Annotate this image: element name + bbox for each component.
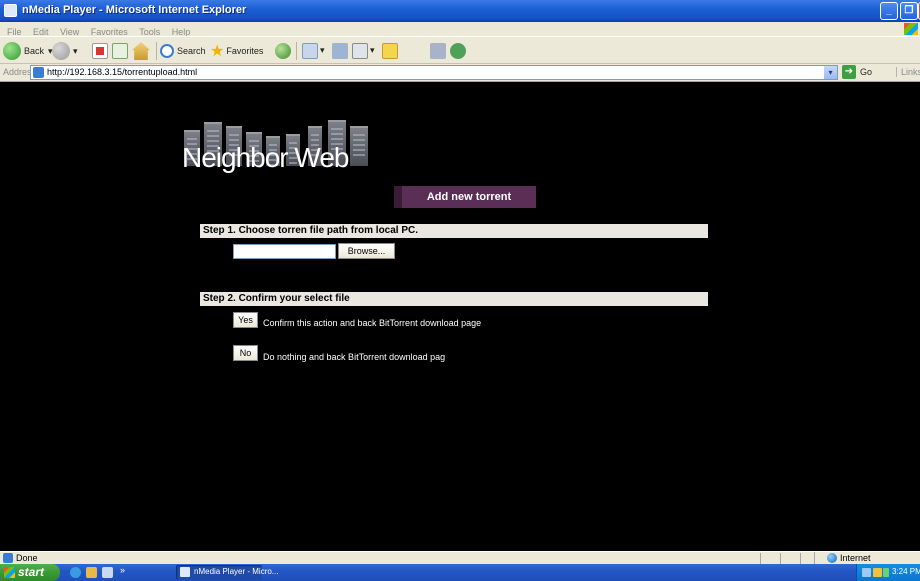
- go-arrow-icon[interactable]: ➔: [842, 65, 856, 79]
- print-icon[interactable]: [352, 43, 368, 59]
- print-dropdown-icon[interactable]: ▾: [370, 45, 375, 56]
- back-label: Back: [24, 46, 45, 56]
- address-input[interactable]: http://192.168.3.15/torrentupload.html ▾: [30, 65, 838, 80]
- brand-title: Neighbor Web: [182, 142, 349, 173]
- page-content: Neighbor Web Add new torrent Step 1. Cho…: [0, 82, 920, 551]
- taskbar-item-nmedia[interactable]: nMedia Player - Micro...: [176, 565, 278, 580]
- history-dropdown-icon[interactable]: ▾: [320, 45, 325, 56]
- quicklaunch-expand-icon[interactable]: »: [120, 565, 125, 575]
- start-label: start: [18, 565, 45, 579]
- address-dropdown-icon[interactable]: ▾: [824, 66, 837, 79]
- no-button[interactable]: No: [233, 345, 258, 361]
- mail-icon[interactable]: [332, 43, 348, 59]
- search-icon: [160, 44, 174, 58]
- neighbor-web-logo: Neighbor Web: [178, 112, 378, 182]
- start-button[interactable]: start: [0, 564, 60, 581]
- no-description: Do nothing and back BitTorrent download …: [263, 352, 446, 362]
- zone-label: Internet: [840, 553, 871, 563]
- forward-button[interactable]: ▾: [52, 41, 78, 61]
- clock: 3:24 PM: [892, 567, 920, 576]
- search-button[interactable]: Search: [160, 41, 206, 61]
- maximize-button[interactable]: ❐: [900, 2, 918, 20]
- ie-task-icon: [180, 567, 190, 577]
- menu-bar: File Edit View Favorites Tools Help: [0, 22, 920, 37]
- minimize-button[interactable]: _: [880, 2, 898, 20]
- yes-description: Confirm this action and back BitTorrent …: [263, 318, 482, 328]
- file-path-input[interactable]: [233, 244, 336, 259]
- edit-icon[interactable]: [382, 43, 398, 59]
- page-done-icon: [3, 553, 13, 563]
- ie-icon: [4, 4, 17, 17]
- back-button[interactable]: Back ▾: [3, 41, 53, 61]
- title-bar: nMedia Player - Microsoft Internet Explo…: [0, 0, 920, 22]
- desktop-quicklaunch-icon[interactable]: [102, 567, 113, 578]
- refresh-icon[interactable]: [112, 43, 128, 59]
- status-bar: Done Internet: [0, 551, 920, 565]
- step2-header: Step 2. Confirm your select file: [200, 292, 708, 306]
- search-label: Search: [177, 46, 206, 56]
- messenger-icon[interactable]: [430, 43, 446, 59]
- window-title: nMedia Player - Microsoft Internet Explo…: [22, 4, 247, 16]
- yes-button[interactable]: Yes: [233, 312, 258, 328]
- windows-logo-icon: [904, 23, 918, 35]
- people-icon[interactable]: [450, 43, 466, 59]
- taskbar: start » nMedia Player - Micro... 3:24 PM: [0, 564, 920, 581]
- task-item-label: nMedia Player - Micro...: [194, 567, 279, 576]
- globe-icon: [827, 553, 837, 563]
- stop-icon[interactable]: [92, 43, 108, 59]
- system-tray: 3:24 PM: [856, 564, 920, 581]
- volume-icon[interactable]: [873, 568, 882, 577]
- toolbar: Back ▾ ▾ Search ★ Favorites ▾ ▾: [0, 36, 920, 64]
- page-icon: [33, 67, 44, 78]
- favorites-label: Favorites: [226, 46, 264, 56]
- history-icon[interactable]: [302, 43, 318, 59]
- tray-status-icon[interactable]: [883, 568, 889, 577]
- email-quicklaunch-icon[interactable]: [86, 567, 97, 578]
- favorites-button[interactable]: ★ Favorites: [210, 41, 263, 61]
- status-text: Done: [16, 553, 38, 563]
- media-icon[interactable]: [275, 43, 291, 59]
- browser-window: nMedia Player - Microsoft Internet Explo…: [0, 0, 920, 581]
- address-url: http://192.168.3.15/torrentupload.html: [47, 67, 198, 77]
- step1-header: Step 1. Choose torren file path from loc…: [200, 224, 708, 238]
- back-arrow-icon: [3, 42, 21, 60]
- ie-quicklaunch-icon[interactable]: [70, 567, 81, 578]
- add-new-torrent-button[interactable]: Add new torrent: [394, 186, 536, 208]
- address-bar: Address http://192.168.3.15/torrentuploa…: [0, 64, 920, 82]
- forward-dropdown-icon: ▾: [73, 45, 78, 56]
- go-button[interactable]: Go: [860, 67, 872, 77]
- home-icon[interactable]: [132, 42, 150, 60]
- links-button[interactable]: Links: [896, 67, 920, 77]
- star-icon: ★: [210, 43, 225, 60]
- browse-button[interactable]: Browse...: [338, 243, 395, 259]
- forward-arrow-icon: [52, 42, 70, 60]
- network-icon[interactable]: [862, 568, 871, 577]
- windows-flag-icon: [4, 567, 15, 578]
